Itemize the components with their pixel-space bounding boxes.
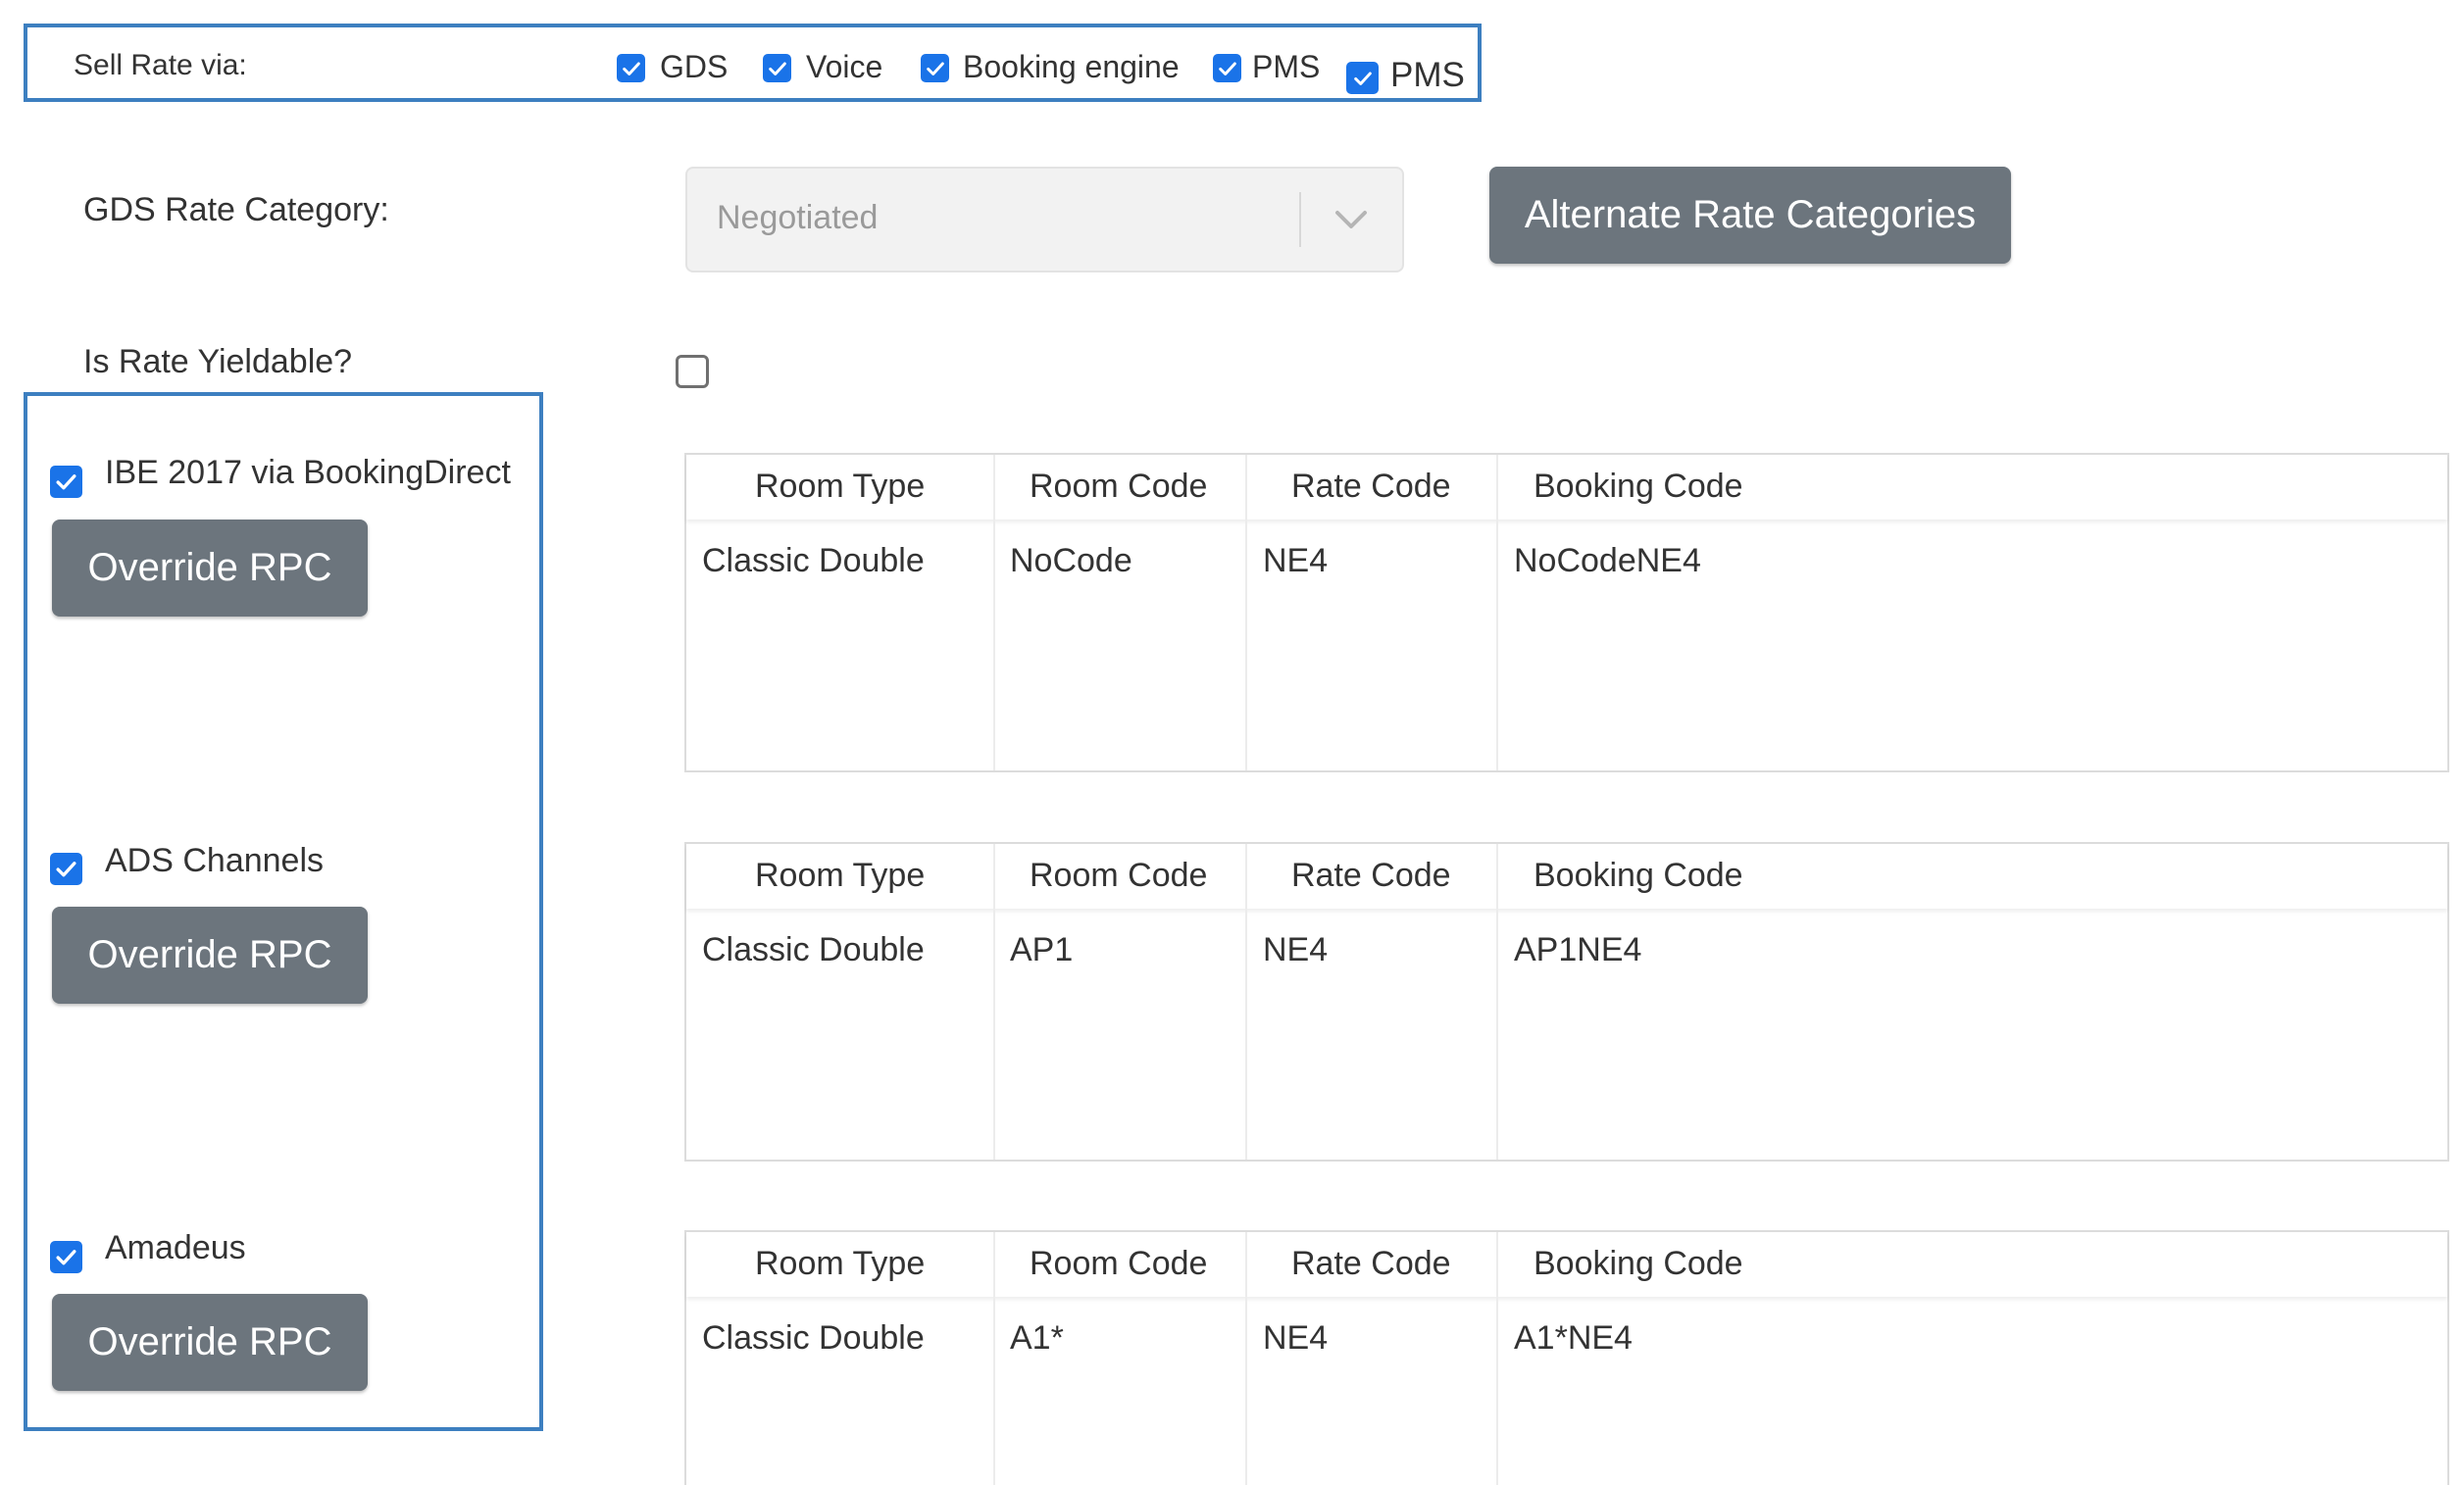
column-header-room-type: Room Type [755,1245,926,1282]
chevron-down-icon[interactable] [1332,204,1371,233]
table-cell: A1* [1010,1319,1064,1357]
alternate-rate-categories-button[interactable]: Alternate Rate Categories [1489,167,2011,264]
check-icon [56,474,76,490]
table-cell: NE4 [1263,1319,1329,1357]
checkbox-booking-engine[interactable] [921,54,949,82]
channel-checkbox-ibe[interactable] [50,466,82,498]
check-icon [768,61,786,75]
column-header-booking-code: Booking Code [1534,857,1743,894]
column-header-rate-code: Rate Code [1291,857,1451,894]
table-cell: A1*NE4 [1514,1319,1633,1357]
column-header-room-code: Room Code [1030,857,1208,894]
option-label-booking-engine: Booking engine [963,49,1180,84]
table-cell: Classic Double [702,542,925,579]
table-cell: Classic Double [702,931,925,968]
gds-rate-category-label: GDS Rate Category: [83,191,389,228]
rate-yieldable-checkbox[interactable] [676,355,709,388]
table-cell: NoCodeNE4 [1514,542,1701,579]
rate-yieldable-label: Is Rate Yieldable? [83,343,353,380]
check-icon [56,1250,76,1265]
check-icon [622,61,640,75]
rpc-table-amadeus: Room Type Room Code Rate Code Booking Co… [684,1230,2449,1485]
table-cell: NoCode [1010,542,1132,579]
column-header-room-code: Room Code [1030,1245,1208,1282]
rpc-table-ads: Room Type Room Code Rate Code Booking Co… [684,842,2449,1162]
check-icon [56,862,76,877]
check-icon [926,61,944,75]
sell-rate-label: Sell Rate via: [74,49,247,81]
checkbox-voice[interactable] [763,54,791,82]
channel-label-ads: ADS Channels [105,842,325,879]
channel-label-amadeus: Amadeus [105,1229,246,1266]
check-icon [1353,71,1372,85]
override-rpc-button-ads[interactable]: Override RPC [52,907,368,1004]
option-label-voice: Voice [806,49,883,84]
column-header-rate-code: Rate Code [1291,1245,1451,1282]
gds-rate-category-value: Negotiated [717,199,879,236]
option-label-pms-2: PMS [1390,56,1465,94]
option-label-pms: PMS [1252,49,1321,84]
table-cell: AP1 [1010,931,1074,968]
checkbox-gds[interactable] [617,54,645,82]
override-rpc-button-ibe[interactable]: Override RPC [52,520,368,617]
checkbox-pms-2[interactable] [1346,62,1379,94]
column-header-room-type: Room Type [755,468,926,505]
table-cell: Classic Double [702,1319,925,1357]
column-header-booking-code: Booking Code [1534,468,1743,505]
column-header-rate-code: Rate Code [1291,468,1451,505]
column-header-room-type: Room Type [755,857,926,894]
channel-checkbox-ads[interactable] [50,853,82,885]
column-header-room-code: Room Code [1030,468,1208,505]
rpc-table-ibe: Room Type Room Code Rate Code Booking Co… [684,453,2449,772]
table-cell: NE4 [1263,931,1329,968]
channel-label-ibe: IBE 2017 via BookingDirect [105,454,511,491]
check-icon [1218,61,1236,75]
checkbox-pms[interactable] [1213,54,1241,82]
channel-checkbox-amadeus[interactable] [50,1241,82,1273]
column-header-booking-code: Booking Code [1534,1245,1743,1282]
table-cell: AP1NE4 [1514,931,1642,968]
select-separator [1299,192,1301,247]
override-rpc-button-amadeus[interactable]: Override RPC [52,1294,368,1391]
table-cell: NE4 [1263,542,1329,579]
option-label-gds: GDS [660,49,729,84]
